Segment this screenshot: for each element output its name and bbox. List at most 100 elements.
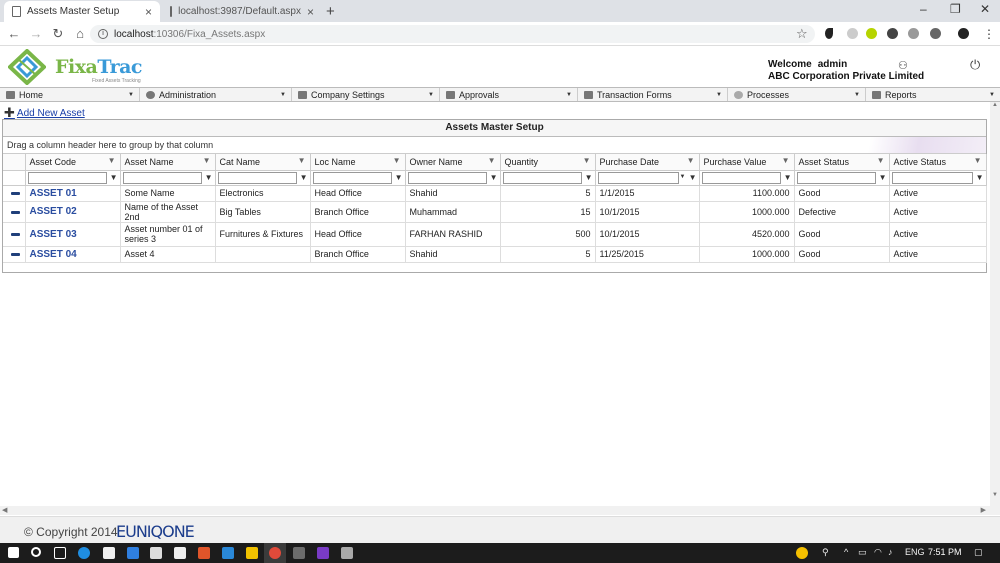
mail-icon[interactable] [174,547,186,559]
column-header-asset-name[interactable]: Asset Name ▼ [120,154,216,171]
filter-icon[interactable]: ▼ [976,173,984,182]
scroll-up-icon[interactable]: ▲ [992,102,998,108]
people-icon[interactable]: ⚲ [822,547,829,558]
asset-code-link[interactable]: ASSET 03 [25,222,121,247]
clock-time[interactable]: 7:51 PM [928,547,962,557]
filter-input[interactable] [407,171,487,184]
minimize-icon[interactable]: – [920,2,927,16]
filter-input[interactable] [27,171,107,184]
column-header-owner-name[interactable]: Owner Name ▼ [405,154,501,171]
filter-input[interactable] [796,171,876,184]
help-icon[interactable] [796,547,808,559]
date-filter-input[interactable] [597,171,679,184]
edge-icon[interactable] [78,547,90,559]
menu-company-settings[interactable]: Company Settings ▼ [292,88,440,101]
column-header-quantity[interactable]: Quantity ▼ [500,154,596,171]
search-icon[interactable] [31,547,41,557]
filter-loc-name[interactable]: ▼ [310,170,406,186]
scroll-left-icon[interactable]: ◀ [2,506,7,514]
user-profile-icon[interactable]: ⚇ [898,59,908,72]
wordpress-icon[interactable] [930,28,941,39]
filter-icon[interactable]: ▼ [689,173,697,182]
store-icon[interactable] [103,547,115,559]
filter-purchase-date[interactable]: ▼ ▼ [595,170,700,186]
dropbox-icon[interactable] [127,547,139,559]
app-icon[interactable] [222,547,234,559]
extension-icon[interactable] [908,28,919,39]
volume-icon[interactable]: ♪ [888,547,893,557]
file-explorer-icon[interactable] [246,547,258,559]
asset-code-link[interactable]: ASSET 01 [25,185,121,202]
filter-input[interactable] [701,171,781,184]
extension-icon[interactable] [847,28,858,39]
filter-asset-status[interactable]: ▼ [794,170,890,186]
column-header-active-status[interactable]: Active Status ▼ [889,154,987,171]
browser-tab-default[interactable]: localhost:3987/Default.aspx × [162,1,322,22]
amazon-icon[interactable] [150,547,162,559]
bookmark-star-icon[interactable]: ☆ [796,26,808,42]
menu-transaction-forms[interactable]: Transaction Forms ▼ [578,88,728,101]
group-by-panel[interactable]: Drag a column header here to group by th… [3,137,986,154]
close-icon[interactable]: × [307,5,314,19]
column-header-asset-code[interactable]: Asset Code ▼ [25,154,121,171]
extension-icon[interactable] [887,28,898,39]
column-header-asset-status[interactable]: Asset Status ▼ [794,154,890,171]
horizontal-scrollbar[interactable]: ◀ ▶ [0,506,1000,515]
info-icon[interactable]: i [98,29,108,39]
close-icon[interactable]: × [145,5,152,19]
filter-icon[interactable]: ▼ [205,173,213,182]
notifications-icon[interactable]: ▢ [974,547,983,558]
home-icon[interactable]: ⌂ [69,26,91,41]
filter-quantity[interactable]: ▼ [500,170,596,186]
back-arrow-icon[interactable]: ← [3,26,25,41]
table-row[interactable]: ASSET 01 Some Name Electronics Head Offi… [3,185,987,202]
column-header-purchase-date[interactable]: Purchase Date ▼ [595,154,700,171]
new-tab-icon[interactable]: + [326,3,335,20]
menu-reports[interactable]: Reports ▼ [866,88,1000,101]
menu-processes[interactable]: Processes ▼ [728,88,866,101]
logout-power-icon[interactable]: ⏻ [970,57,980,73]
vertical-scrollbar[interactable]: ▲ ▼ [990,102,1000,506]
task-view-icon[interactable] [54,547,66,559]
column-header-cat-name[interactable]: Cat Name ▼ [215,154,311,171]
asset-code-link[interactable]: ASSET 02 [25,201,121,223]
app-icon[interactable] [341,547,353,559]
filter-active-status[interactable]: ▼ [889,170,987,186]
language-indicator[interactable]: ENG [905,547,925,557]
filter-input[interactable] [217,171,297,184]
collapse-row-icon[interactable] [3,201,26,223]
menu-home[interactable]: Home ▼ [0,88,140,101]
extension-icon[interactable] [866,28,877,39]
chrome-icon[interactable] [269,547,281,559]
filter-purchase-value[interactable]: ▼ [699,170,795,186]
column-header-purchase-value[interactable]: Purchase Value ▼ [699,154,795,171]
filter-asset-name[interactable]: ▼ [120,170,216,186]
windows-start-icon[interactable] [8,547,19,558]
filter-owner-name[interactable]: ▼ [405,170,501,186]
scroll-right-icon[interactable]: ▶ [981,506,986,514]
collapse-row-icon[interactable] [3,185,26,202]
scroll-down-icon[interactable]: ▼ [992,492,998,498]
filter-icon[interactable]: ▼ [300,173,308,182]
filter-input[interactable] [122,171,202,184]
chevron-down-icon[interactable]: ▼ [680,174,686,180]
url-input[interactable]: i localhost:10306/Fixa_Assets.aspx [90,25,815,43]
profile-avatar[interactable] [958,28,969,39]
collapse-row-icon[interactable] [3,246,26,263]
restore-icon[interactable]: ❐ [950,2,961,16]
filter-icon[interactable]: ▼ [490,173,498,182]
visual-studio-icon[interactable] [317,547,329,559]
browser-tab-assets[interactable]: Assets Master Setup × [4,1,160,22]
app-icon[interactable] [293,547,305,559]
collapse-row-icon[interactable] [3,222,26,247]
table-row[interactable]: ASSET 04 Asset 4 Branch Office Shahid 5 … [3,246,987,263]
reload-icon[interactable]: ↻ [47,26,69,42]
wifi-icon[interactable]: ◠ [874,547,882,558]
asset-code-link[interactable]: ASSET 04 [25,246,121,263]
column-header-loc-name[interactable]: Loc Name ▼ [310,154,406,171]
filter-icon[interactable]: ▼ [879,173,887,182]
filter-icon[interactable]: ▼ [110,173,118,182]
filter-icon[interactable]: ▼ [784,173,792,182]
moon-extension-icon[interactable] [825,28,833,39]
chevron-up-icon[interactable]: ^ [844,547,848,557]
